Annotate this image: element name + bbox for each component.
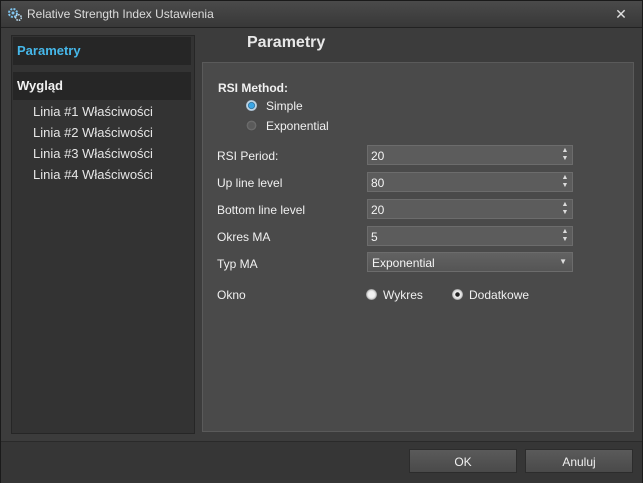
sidebar-item-linia-2[interactable]: Linia #2 Właściwości: [33, 125, 153, 140]
sidebar-item-wyglad[interactable]: Wygląd: [13, 72, 191, 100]
bottom-line-level-stepper[interactable]: 20 ▲ ▼: [367, 199, 573, 219]
parameters-panel: RSI Method: Simple Exponential RSI Perio…: [202, 62, 634, 432]
sidebar-item-linia-3[interactable]: Linia #3 Właściwości: [33, 146, 153, 161]
wykres-radio[interactable]: [366, 289, 377, 300]
bottom-line-level-label: Bottom line level: [217, 203, 306, 217]
okres-ma-value: 5: [371, 230, 378, 244]
typ-ma-label: Typ MA: [217, 257, 258, 271]
title-bar: Relative Strength Index Ustawienia ✕: [1, 1, 642, 28]
ok-button[interactable]: OK: [409, 449, 517, 473]
sidebar-item-label: Parametry: [17, 43, 81, 58]
dodatkowe-radio-label[interactable]: Dodatkowe: [469, 288, 529, 302]
spin-arrows-icon[interactable]: ▲ ▼: [561, 147, 569, 163]
page-title: Parametry: [247, 34, 326, 51]
exponential-radio[interactable]: [246, 120, 257, 131]
up-line-level-value: 80: [371, 176, 385, 190]
spin-arrows-icon[interactable]: ▲ ▼: [561, 174, 569, 190]
up-line-level-stepper[interactable]: 80 ▲ ▼: [367, 172, 573, 192]
simple-radio-label[interactable]: Simple: [266, 99, 303, 113]
exponential-radio-label[interactable]: Exponential: [266, 119, 329, 133]
wykres-radio-label[interactable]: Wykres: [383, 288, 423, 302]
sidebar-item-parametry[interactable]: Parametry: [13, 37, 191, 65]
rsi-period-value: 20: [371, 149, 385, 163]
spin-arrows-icon[interactable]: ▲ ▼: [561, 228, 569, 244]
rsi-period-stepper[interactable]: 20 ▲ ▼: [367, 145, 573, 165]
sidebar-item-label: Wygląd: [17, 78, 63, 93]
up-line-level-label: Up line level: [217, 176, 283, 190]
sidebar-item-linia-4[interactable]: Linia #4 Właściwości: [33, 167, 153, 182]
settings-dialog: Relative Strength Index Ustawienia ✕ Par…: [0, 0, 643, 483]
okres-ma-stepper[interactable]: 5 ▲ ▼: [367, 226, 573, 246]
chevron-down-icon: ▼: [559, 257, 567, 266]
simple-radio[interactable]: [246, 100, 257, 111]
close-button[interactable]: ✕: [612, 5, 630, 23]
typ-ma-value: Exponential: [372, 256, 435, 270]
okno-label: Okno: [217, 288, 246, 302]
sidebar: Parametry Wygląd Linia #1 Właściwości Li…: [11, 35, 195, 434]
okres-ma-label: Okres MA: [217, 230, 271, 244]
spin-arrows-icon[interactable]: ▲ ▼: [561, 201, 569, 217]
rsi-method-label: RSI Method:: [218, 81, 288, 95]
bottom-line-level-value: 20: [371, 203, 385, 217]
cancel-button[interactable]: Anuluj: [525, 449, 633, 473]
typ-ma-select[interactable]: Exponential ▼: [367, 252, 573, 272]
dodatkowe-radio[interactable]: [452, 289, 463, 300]
window-title: Relative Strength Index Ustawienia: [27, 7, 214, 21]
sidebar-item-linia-1[interactable]: Linia #1 Właściwości: [33, 104, 153, 119]
rsi-period-label: RSI Period:: [217, 149, 279, 163]
gears-icon: [7, 6, 23, 22]
